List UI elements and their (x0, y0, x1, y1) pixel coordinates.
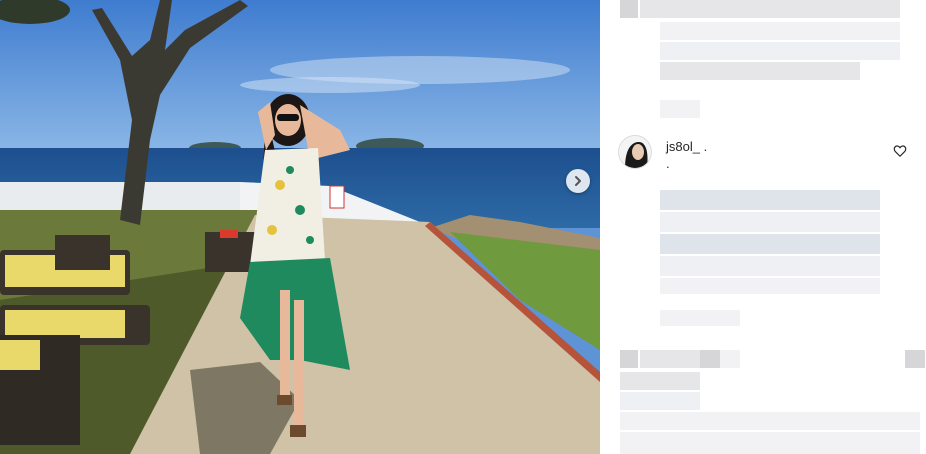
chevron-right-icon (575, 176, 581, 186)
redacted-block (640, 0, 900, 18)
redacted-block (660, 212, 880, 232)
redacted-block (660, 42, 900, 60)
redacted-block (700, 350, 720, 368)
redacted-block (660, 256, 880, 276)
redacted-block (620, 0, 638, 18)
redacted-block (660, 190, 880, 210)
comment-username[interactable]: js8ol_ . (666, 139, 707, 154)
redacted-block (620, 372, 700, 390)
redacted-block (640, 350, 700, 368)
redacted-block (660, 234, 880, 254)
redacted-block (660, 278, 880, 294)
redacted-block (660, 62, 860, 80)
redacted-block (620, 392, 700, 410)
redacted-block (620, 350, 638, 368)
comment-text: . (666, 156, 670, 171)
avatar-image (619, 136, 651, 168)
avatar[interactable] (618, 135, 652, 169)
post-photo-scene (0, 0, 600, 454)
heart-icon (893, 145, 907, 157)
next-photo-button[interactable] (566, 169, 590, 193)
redacted-block (620, 412, 920, 430)
redacted-block (660, 100, 700, 118)
redacted-block (660, 22, 900, 40)
like-comment-button[interactable] (893, 144, 907, 158)
redacted-block (905, 350, 925, 368)
post-photo[interactable] (0, 0, 600, 454)
redacted-block (720, 350, 740, 368)
post-side-panel: js8ol_ . . (600, 0, 926, 454)
redacted-block (660, 310, 740, 326)
redacted-block (620, 432, 920, 454)
